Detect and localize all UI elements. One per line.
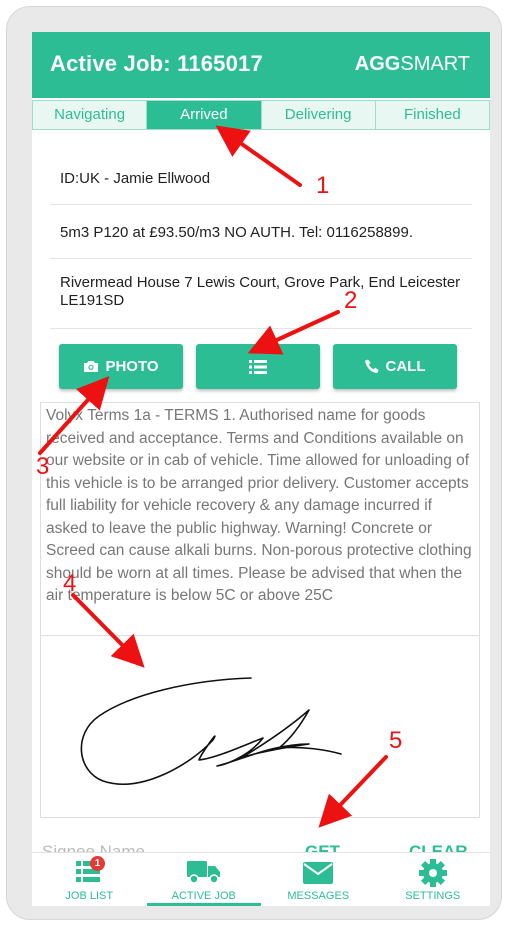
phone-icon (364, 359, 380, 374)
nav-messages[interactable]: MESSAGES (261, 853, 376, 906)
phone-frame: Active Job: 1165017 AGGSMART Navigating … (6, 6, 502, 920)
nav-active-job[interactable]: ACTIVE JOB (146, 853, 262, 906)
tab-navigating[interactable]: Navigating (33, 101, 148, 129)
envelope-icon (303, 859, 334, 889)
annotation-label-4: 4 (63, 570, 77, 597)
nav-job-list[interactable]: 1 JOB LIST (32, 853, 147, 906)
photo-button[interactable]: PHOTO (59, 344, 183, 389)
annotation-label-5: 5 (389, 727, 403, 754)
nav-messages-label: MESSAGES (287, 890, 350, 902)
nav-settings[interactable]: SETTINGS (376, 853, 491, 906)
details-list-button[interactable] (196, 344, 320, 389)
terms-text-area[interactable]: Volyx Terms 1a - TERMS 1. Authorised nam… (40, 402, 480, 652)
list-icon (249, 359, 267, 374)
annotation-label-2: 2 (344, 287, 358, 314)
divider (50, 204, 472, 205)
divider (50, 258, 472, 259)
delivery-address: Rivermead House 7 Lewis Court, Grove Par… (60, 274, 461, 309)
divider (50, 328, 472, 329)
call-button[interactable]: CALL (333, 344, 457, 389)
nav-job-list-label: JOB LIST (65, 890, 114, 902)
nav-active-job-label: ACTIVE JOB (171, 890, 236, 902)
bottom-nav: 1 JOB LIST ACTIVE JOB MESSAGES SETTINGS (32, 852, 490, 906)
tab-arrived[interactable]: Arrived (147, 101, 262, 129)
camera-icon (83, 360, 99, 373)
app-screen: Active Job: 1165017 AGGSMART Navigating … (32, 32, 490, 906)
page-title: Active Job: 1165017 (50, 51, 263, 76)
logo-rest: SMART (400, 53, 470, 75)
gear-icon (418, 859, 447, 892)
status-tabs: Navigating Arrived Delivering Finished (32, 100, 490, 130)
notification-badge: 1 (90, 856, 105, 871)
truck-icon (186, 859, 221, 890)
logo-bold: AGG (354, 53, 401, 75)
order-details: 5m3 P120 at £93.50/m3 NO AUTH. Tel: 0116… (60, 224, 413, 241)
call-label: CALL (385, 358, 426, 375)
brand-logo: AGGSMART (355, 53, 470, 76)
signature-stroke (80, 677, 342, 785)
photo-label: PHOTO (105, 358, 159, 375)
tab-delivering[interactable]: Delivering (262, 101, 376, 129)
tab-finished[interactable]: Finished (376, 101, 489, 129)
customer-id: ID:UK - Jamie Ellwood (60, 170, 211, 187)
app-header: Active Job: 1165017 AGGSMART (32, 32, 490, 98)
signature-pad[interactable] (40, 635, 480, 818)
annotation-label-1: 1 (316, 172, 330, 199)
annotation-label-3: 3 (36, 453, 50, 480)
nav-settings-label: SETTINGS (405, 890, 461, 902)
